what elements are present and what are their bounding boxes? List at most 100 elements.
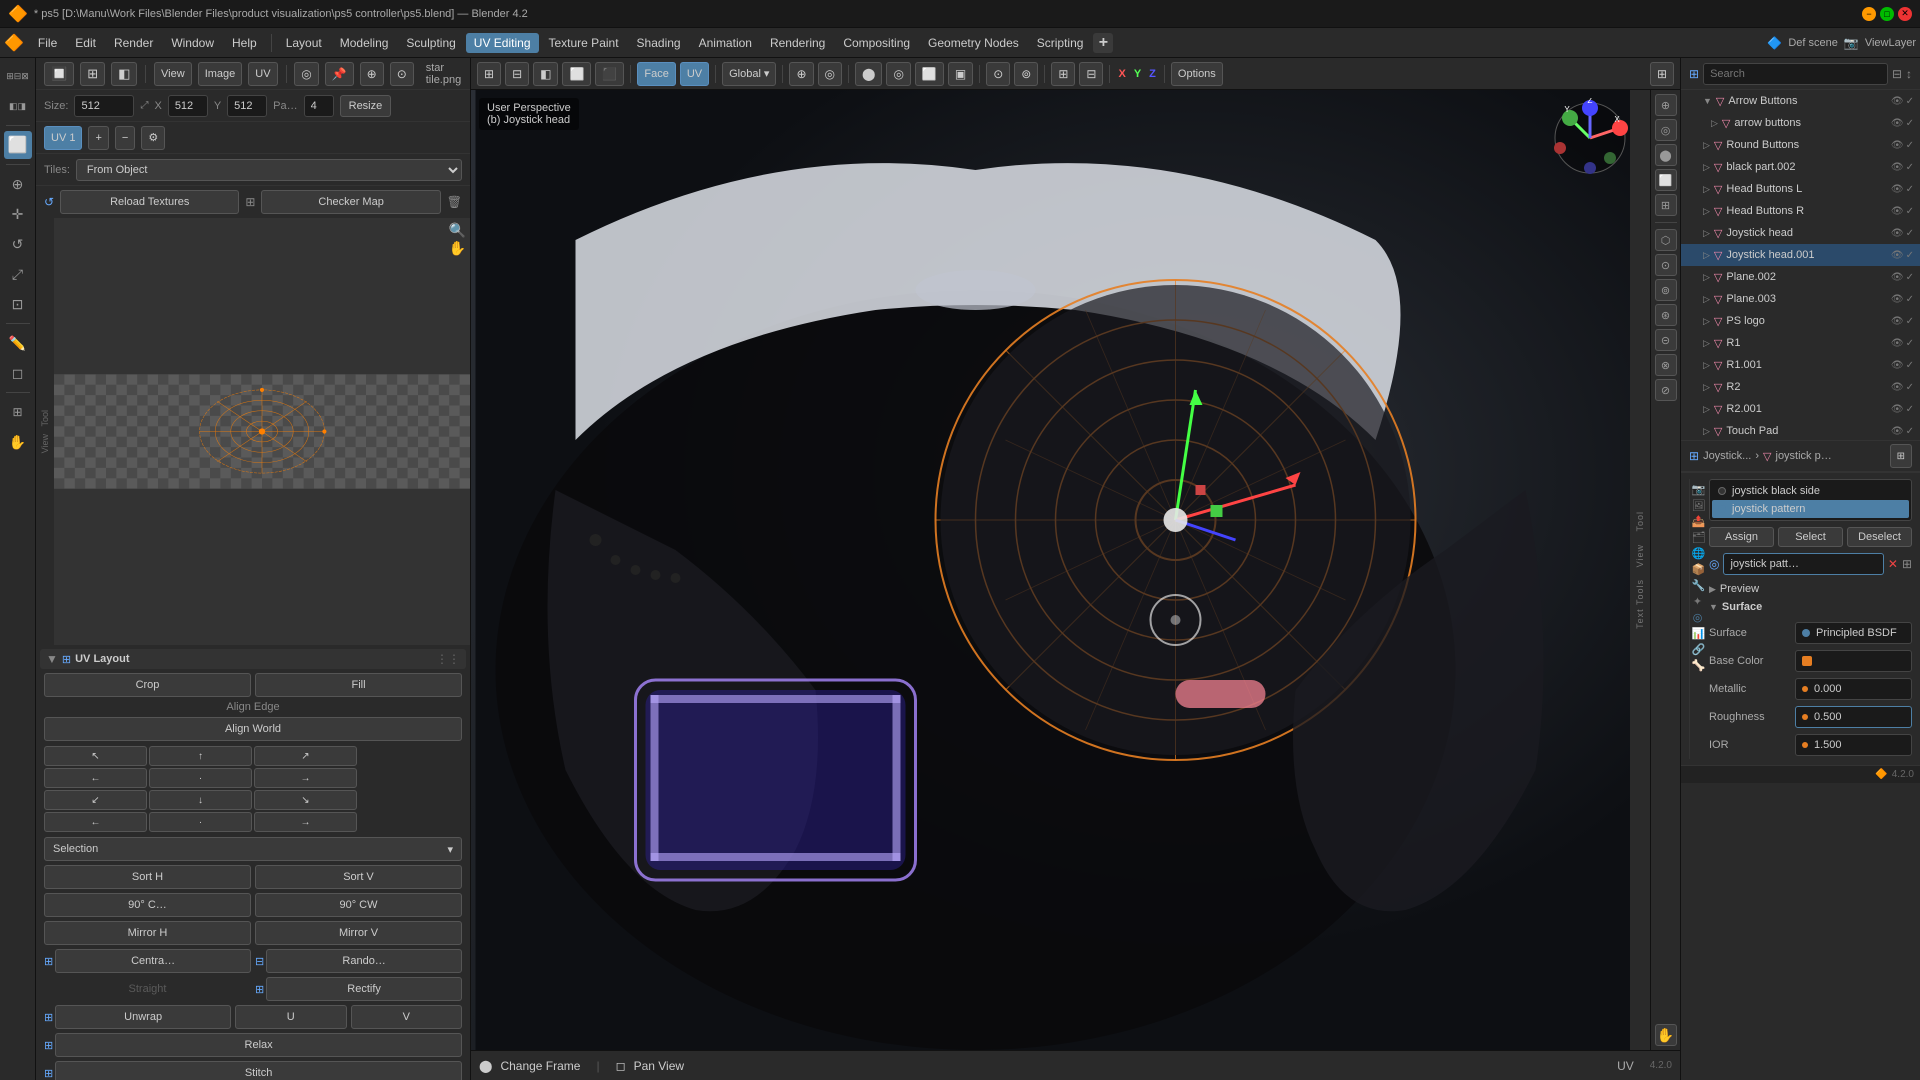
menu-render[interactable]: Render xyxy=(106,33,161,53)
vp-right-icon10[interactable]: ⊝ xyxy=(1655,329,1677,351)
ior-value[interactable]: 1.500 xyxy=(1795,734,1912,756)
vp-global-dropdown[interactable]: Global ▾ xyxy=(722,62,776,86)
arrow-l2[interactable]: ← xyxy=(44,812,147,832)
uv-hand-icon[interactable]: ✋ xyxy=(449,240,466,257)
vp-right-icon12[interactable]: ⊘ xyxy=(1655,379,1677,401)
outliner-touch-pad[interactable]: ▷ ▽ Touch Pad 👁 ✓ xyxy=(1681,420,1920,440)
outliner-joystick-head-001[interactable]: ▷ ▽ Joystick head.001 👁 ✓ xyxy=(1681,244,1920,266)
menu-edit[interactable]: Edit xyxy=(67,33,104,53)
outliner-ps-logo[interactable]: ▷ ▽ PS logo 👁 ✓ xyxy=(1681,310,1920,332)
arrow-tl[interactable]: ↖ xyxy=(44,746,147,766)
vp-right-icon4[interactable]: ⬜ xyxy=(1655,169,1677,191)
check-icon-7[interactable]: ✓ xyxy=(1906,228,1914,239)
outliner-search[interactable] xyxy=(1703,63,1888,85)
material-joystick-pattern[interactable]: joystick pattern xyxy=(1712,500,1909,518)
material-black-side[interactable]: joystick black side xyxy=(1712,482,1909,500)
x-input[interactable] xyxy=(168,95,208,117)
scale-tool-btn[interactable]: ⤢ xyxy=(4,260,32,288)
vp-right-icon11[interactable]: ⊗ xyxy=(1655,354,1677,376)
uv-header-icon1[interactable]: 🔲 xyxy=(44,62,74,86)
props-render-icon[interactable]: 🖼 xyxy=(1692,499,1704,512)
vp-right-icon8[interactable]: ⊚ xyxy=(1655,279,1677,301)
vp-right-icon3[interactable]: ⬤ xyxy=(1655,144,1677,166)
uv-select-icon[interactable]: ◎ xyxy=(294,62,318,86)
vp-uv-icon4[interactable]: ⬜ xyxy=(562,62,591,86)
vp-right-icon1[interactable]: ⊕ xyxy=(1655,94,1677,116)
minimize-btn[interactable]: − xyxy=(1862,7,1876,21)
stitch-btn[interactable]: Stitch xyxy=(55,1061,462,1080)
options-btn[interactable]: Options xyxy=(1171,62,1223,86)
arrow-t[interactable]: ↑ xyxy=(149,746,252,766)
check-icon-2[interactable]: ✓ xyxy=(1906,118,1914,129)
outliner-plane-003[interactable]: ▷ ▽ Plane.003 👁 ✓ xyxy=(1681,288,1920,310)
eye-icon-3[interactable]: 👁 xyxy=(1891,140,1904,151)
outliner-head-buttons-r[interactable]: ▷ ▽ Head Buttons R 👁 ✓ xyxy=(1681,200,1920,222)
vp-right-icon13[interactable]: ✋ xyxy=(1655,1024,1677,1046)
uv-plus-btn[interactable]: + xyxy=(88,126,108,150)
metallic-value[interactable]: 0.000 xyxy=(1795,678,1912,700)
eye-icon-10[interactable]: 👁 xyxy=(1891,294,1904,305)
mirror-v-btn[interactable]: Mirror V xyxy=(255,921,462,945)
workspace-animation[interactable]: Animation xyxy=(691,33,760,53)
props-object-icon[interactable]: 📦 xyxy=(1692,563,1704,576)
vp-shading2[interactable]: ◎ xyxy=(886,62,910,86)
props-material-icon[interactable]: ◎ xyxy=(1692,611,1704,624)
uv-view-menu[interactable]: View xyxy=(154,62,192,86)
select-tool-btn[interactable]: ⬜ xyxy=(4,131,32,159)
close-btn[interactable]: ✕ xyxy=(1898,7,1912,21)
outliner-joystick-head[interactable]: ▷ ▽ Joystick head 👁 ✓ xyxy=(1681,222,1920,244)
workspace-scripting[interactable]: Scripting xyxy=(1029,33,1092,53)
assign-btn[interactable]: Assign xyxy=(1709,527,1774,547)
vp-gizmo-icon[interactable]: ⊚ xyxy=(1014,62,1038,86)
outliner-black-part[interactable]: ▷ ▽ black part.002 👁 ✓ xyxy=(1681,156,1920,178)
hand-tool-btn[interactable]: ✋ xyxy=(4,428,32,456)
check-icon-10[interactable]: ✓ xyxy=(1906,294,1914,305)
tiles-select[interactable]: From Object xyxy=(76,159,462,181)
uv-header-icon3[interactable]: ◧ xyxy=(111,62,137,86)
workspace-layout[interactable]: Layout xyxy=(278,33,330,53)
uv-mode-btn[interactable]: UV xyxy=(680,62,709,86)
outliner-r2-001[interactable]: ▷ ▽ R2.001 👁 ✓ xyxy=(1681,398,1920,420)
v-btn[interactable]: V xyxy=(351,1005,463,1029)
arrow-center2[interactable]: · xyxy=(149,812,252,832)
outliner-head-buttons-l[interactable]: ▷ ▽ Head Buttons L 👁 ✓ xyxy=(1681,178,1920,200)
workspace-texture-paint[interactable]: Texture Paint xyxy=(541,33,627,53)
outliner-arrow-buttons-child[interactable]: ▷ ▽ arrow buttons 👁 ✓ xyxy=(1681,112,1920,134)
workspace-rendering[interactable]: Rendering xyxy=(762,33,833,53)
outliner-arrow-buttons[interactable]: ▼ ▽ Arrow Buttons 👁 ✓ xyxy=(1681,90,1920,112)
arrow-center[interactable]: · xyxy=(149,768,252,788)
mirror-h-btn[interactable]: Mirror H xyxy=(44,921,251,945)
uv-options-btn[interactable]: ⚙ xyxy=(141,126,165,150)
add-workspace-btn[interactable]: + xyxy=(1093,33,1113,53)
move-tool-btn[interactable]: ✛ xyxy=(4,200,32,228)
eye-icon-5[interactable]: 👁 xyxy=(1891,184,1904,195)
vp-icon1[interactable]: ⊕ xyxy=(789,62,813,86)
randomize-btn[interactable]: Rando… xyxy=(266,949,462,973)
vp-uv-icon1[interactable]: ⊞ xyxy=(477,62,501,86)
surface-section-header[interactable]: ▼ Surface xyxy=(1709,599,1912,615)
props-modifier-icon[interactable]: 🔧 xyxy=(1692,579,1704,592)
props-output-icon[interactable]: 📤 xyxy=(1692,515,1704,528)
uv-uv-menu[interactable]: UV xyxy=(248,62,277,86)
workspace-sculpting[interactable]: Sculpting xyxy=(398,33,463,53)
workspace-uv-editing[interactable]: UV Editing xyxy=(466,33,539,53)
eye-icon-16[interactable]: 👁 xyxy=(1891,426,1904,437)
outliner-r1[interactable]: ▷ ▽ R1 👁 ✓ xyxy=(1681,332,1920,354)
centralize-btn[interactable]: Centra… xyxy=(55,949,251,973)
uv-minus-btn[interactable]: − xyxy=(115,126,135,150)
vp-mode-icon[interactable]: ⊟ xyxy=(1079,62,1103,86)
arrow-l[interactable]: ← xyxy=(44,768,147,788)
vp-shading1[interactable]: ⬤ xyxy=(855,62,882,86)
check-icon-15[interactable]: ✓ xyxy=(1906,404,1914,415)
y-input[interactable] xyxy=(227,95,267,117)
workspace-shading[interactable]: Shading xyxy=(629,33,689,53)
props-data-icon[interactable]: 📊 xyxy=(1692,627,1704,640)
vp-right-icon9[interactable]: ⊛ xyxy=(1655,304,1677,326)
vp-overlay-icon[interactable]: ⊙ xyxy=(986,62,1010,86)
grab-tool-btn[interactable]: ⊞ xyxy=(4,398,32,426)
vp-expand-right[interactable]: ⊞ xyxy=(1650,62,1674,86)
align-world-btn[interactable]: Align World xyxy=(44,717,462,741)
eye-icon-15[interactable]: 👁 xyxy=(1891,404,1904,415)
vp-uv-icon2[interactable]: ⊟ xyxy=(505,62,529,86)
transform-tool-btn[interactable]: ⊡ xyxy=(4,290,32,318)
